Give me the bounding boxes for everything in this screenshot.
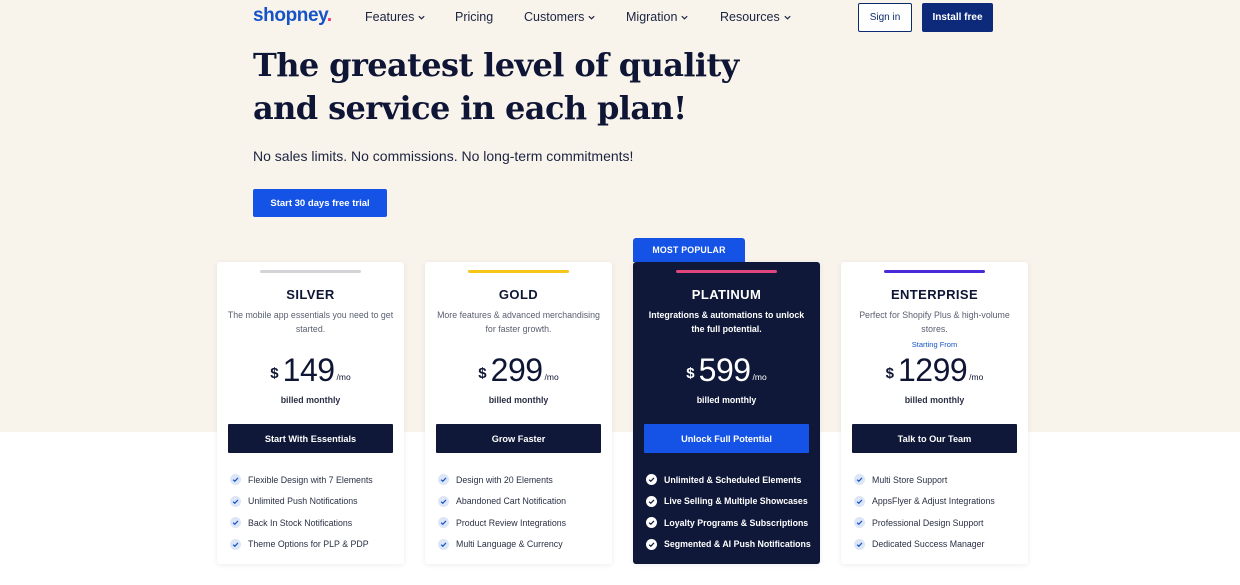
feature-item: Unlimited & Scheduled Elements: [646, 469, 811, 491]
plan-price: $ 1299 /mo: [841, 346, 1028, 386]
feature-list: Multi Store Support AppsFlyer & Adjust I…: [854, 469, 995, 555]
install-free-button[interactable]: Install free: [922, 3, 993, 32]
chevron-down-icon: [418, 15, 425, 20]
price-amount: 1299: [897, 352, 968, 388]
feature-item: Professional Design Support: [854, 512, 995, 534]
feature-item: Back In Stock Notifications: [230, 512, 373, 534]
feature-item: Multi Store Support: [854, 469, 995, 491]
feature-item: Dedicated Success Manager: [854, 534, 995, 556]
feature-item: Multi Language & Currency: [438, 534, 566, 556]
price-amount: 599: [698, 352, 751, 388]
plan-price: $ 299 /mo: [425, 346, 612, 386]
grow-faster-button[interactable]: Grow Faster: [436, 424, 601, 453]
start-trial-button[interactable]: Start 30 days free trial: [253, 189, 387, 217]
plan-card-platinum: PLATINUM Integrations & automations to u…: [633, 262, 820, 564]
check-icon: [230, 538, 241, 550]
check-icon: [438, 474, 449, 486]
nav-resources-label: Resources: [720, 10, 780, 24]
feature-item: Abandoned Cart Notification: [438, 491, 566, 513]
plan-name: PLATINUM: [691, 287, 762, 302]
check-icon: [854, 495, 865, 507]
feature-item: Design with 20 Elements: [438, 469, 566, 491]
billing-note: billed monthly: [488, 395, 549, 405]
plan-accent-bar: [676, 270, 777, 273]
hero-subtitle: No sales limits. No commissions. No long…: [253, 148, 634, 164]
plan-name: GOLD: [498, 287, 539, 302]
price-period: /mo: [336, 372, 351, 382]
plan-card-gold: GOLD More features & advanced merchandis…: [425, 262, 612, 564]
check-icon: [854, 538, 865, 550]
price-currency: $: [478, 365, 487, 382]
plan-description: Perfect for Shopify Plus & high-volume s…: [859, 310, 1010, 334]
nav-features-label: Features: [365, 10, 415, 24]
feature-item: Product Review Integrations: [438, 512, 566, 534]
plan-accent-bar: [468, 270, 569, 273]
price-currency: $: [686, 365, 695, 382]
nav-pricing-label: Pricing: [455, 10, 494, 24]
page-title: The greatest level of quality and servic…: [253, 46, 739, 127]
check-icon: [854, 474, 865, 486]
plan-name: SILVER: [286, 287, 335, 302]
plan-description: More features & advanced merchandising f…: [437, 310, 600, 334]
plan-description: The mobile app essentials you need to ge…: [227, 310, 394, 334]
plan-price: $ 599 /mo: [633, 346, 820, 386]
check-icon: [438, 517, 449, 529]
feature-list: Unlimited & Scheduled Elements Live Sell…: [646, 469, 811, 555]
price-currency: $: [885, 365, 894, 382]
feature-item: Unlimited Push Notifications: [230, 491, 373, 513]
nav-migration-label: Migration: [626, 10, 678, 24]
nav-customers-label: Customers: [524, 10, 585, 24]
feature-item: Loyalty Programs & Subscriptions: [646, 512, 811, 534]
billing-note: billed monthly: [696, 395, 757, 405]
check-icon: [230, 517, 241, 529]
feature-list: Design with 20 Elements Abandoned Cart N…: [438, 469, 566, 555]
nav-pricing[interactable]: Pricing: [455, 10, 493, 24]
nav-customers[interactable]: Customers: [524, 10, 596, 24]
nav-migration[interactable]: Migration: [626, 10, 689, 24]
plan-name: ENTERPRISE: [890, 287, 979, 302]
talk-to-our-team-button[interactable]: Talk to Our Team: [852, 424, 1017, 453]
price-currency: $: [270, 365, 279, 382]
sign-in-button[interactable]: Sign in: [858, 3, 912, 32]
feature-item: AppsFlyer & Adjust Integrations: [854, 491, 995, 513]
billing-note: billed monthly: [280, 395, 341, 405]
feature-item: Segmented & AI Push Notifications: [646, 534, 811, 556]
plan-description: Integrations & automations to unlock the…: [648, 310, 805, 334]
feature-item: Live Selling & Multiple Showcases: [646, 491, 811, 513]
price-period: /mo: [969, 372, 984, 382]
billing-note: billed monthly: [904, 395, 965, 405]
check-icon: [646, 474, 657, 486]
check-icon: [646, 517, 657, 529]
unlock-full-potential-button[interactable]: Unlock Full Potential: [644, 424, 809, 453]
price-period: /mo: [752, 372, 767, 382]
check-icon: [646, 495, 657, 507]
plan-accent-bar: [884, 270, 985, 273]
check-icon: [230, 474, 241, 486]
price-amount: 299: [490, 352, 543, 388]
check-icon: [230, 495, 241, 507]
plan-accent-bar: [260, 270, 361, 273]
price-amount: 149: [282, 352, 335, 388]
chevron-down-icon: [784, 15, 791, 20]
feature-item: Theme Options for PLP & PDP: [230, 534, 373, 556]
chevron-down-icon: [681, 15, 689, 20]
plan-card-silver: SILVER The mobile app essentials you nee…: [217, 262, 404, 564]
nav-features[interactable]: Features: [365, 10, 426, 24]
check-icon: [854, 517, 865, 529]
feature-item: Flexible Design with 7 Elements: [230, 469, 373, 491]
top-navbar: shopney. Features Pricing Customers Migr…: [0, 0, 1240, 34]
check-icon: [646, 538, 657, 550]
chevron-down-icon: [588, 15, 596, 20]
start-with-essentials-button[interactable]: Start With Essentials: [228, 424, 393, 453]
nav-resources[interactable]: Resources: [720, 10, 792, 24]
check-icon: [438, 495, 449, 507]
shopney-logo[interactable]: shopney.: [253, 5, 332, 27]
check-icon: [438, 538, 449, 550]
feature-list: Flexible Design with 7 Elements Unlimite…: [230, 469, 373, 555]
plan-price: $ 149 /mo: [217, 346, 404, 386]
plan-card-enterprise: ENTERPRISE Perfect for Shopify Plus & hi…: [841, 262, 1028, 564]
price-period: /mo: [544, 372, 559, 382]
most-popular-badge: MOST POPULAR: [633, 238, 745, 262]
